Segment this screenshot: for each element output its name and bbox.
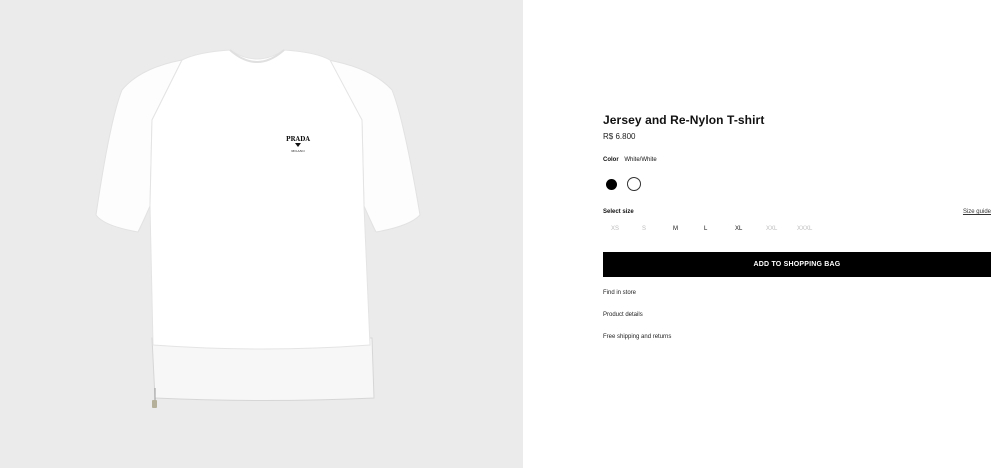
select-size-label: Select size bbox=[603, 209, 634, 215]
size-header: Select size Size guide bbox=[603, 209, 991, 215]
color-row: Color White/White bbox=[603, 157, 657, 163]
size-option-m[interactable]: M bbox=[665, 226, 696, 232]
size-option-l[interactable]: L bbox=[696, 226, 727, 232]
milano-logo-text: MILANO bbox=[291, 149, 305, 153]
color-label: Color bbox=[603, 157, 619, 163]
selected-color-value: White/White bbox=[624, 157, 657, 163]
product-image-gallery[interactable]: PRADA MILANO bbox=[0, 0, 523, 468]
size-options: XS S M L XL XXL XXXL bbox=[603, 226, 820, 232]
size-guide-link[interactable]: Size guide bbox=[963, 209, 991, 215]
size-option-xl[interactable]: XL bbox=[727, 226, 758, 232]
product-details-link[interactable]: Product details bbox=[603, 312, 643, 318]
size-option-xxl[interactable]: XXL bbox=[758, 226, 789, 232]
size-option-s[interactable]: S bbox=[634, 226, 665, 232]
product-image: PRADA MILANO bbox=[95, 49, 421, 408]
find-in-store-link[interactable]: Find in store bbox=[603, 290, 636, 296]
add-to-shopping-bag-button[interactable]: ADD TO SHOPPING BAG bbox=[603, 252, 991, 277]
color-swatch-white[interactable] bbox=[627, 177, 641, 191]
size-option-xs[interactable]: XS bbox=[603, 226, 634, 232]
product-page: PRADA MILANO Jersey and Re-Nylon T-shirt… bbox=[0, 0, 995, 468]
product-price: R$ 6.800 bbox=[603, 132, 636, 141]
free-shipping-returns-link[interactable]: Free shipping and returns bbox=[603, 334, 671, 340]
prada-logo-text: PRADA bbox=[286, 136, 310, 143]
product-title: Jersey and Re-Nylon T-shirt bbox=[603, 113, 765, 127]
color-swatches bbox=[603, 177, 641, 191]
color-swatch-black[interactable] bbox=[606, 178, 617, 190]
size-option-xxxl[interactable]: XXXL bbox=[789, 226, 820, 232]
